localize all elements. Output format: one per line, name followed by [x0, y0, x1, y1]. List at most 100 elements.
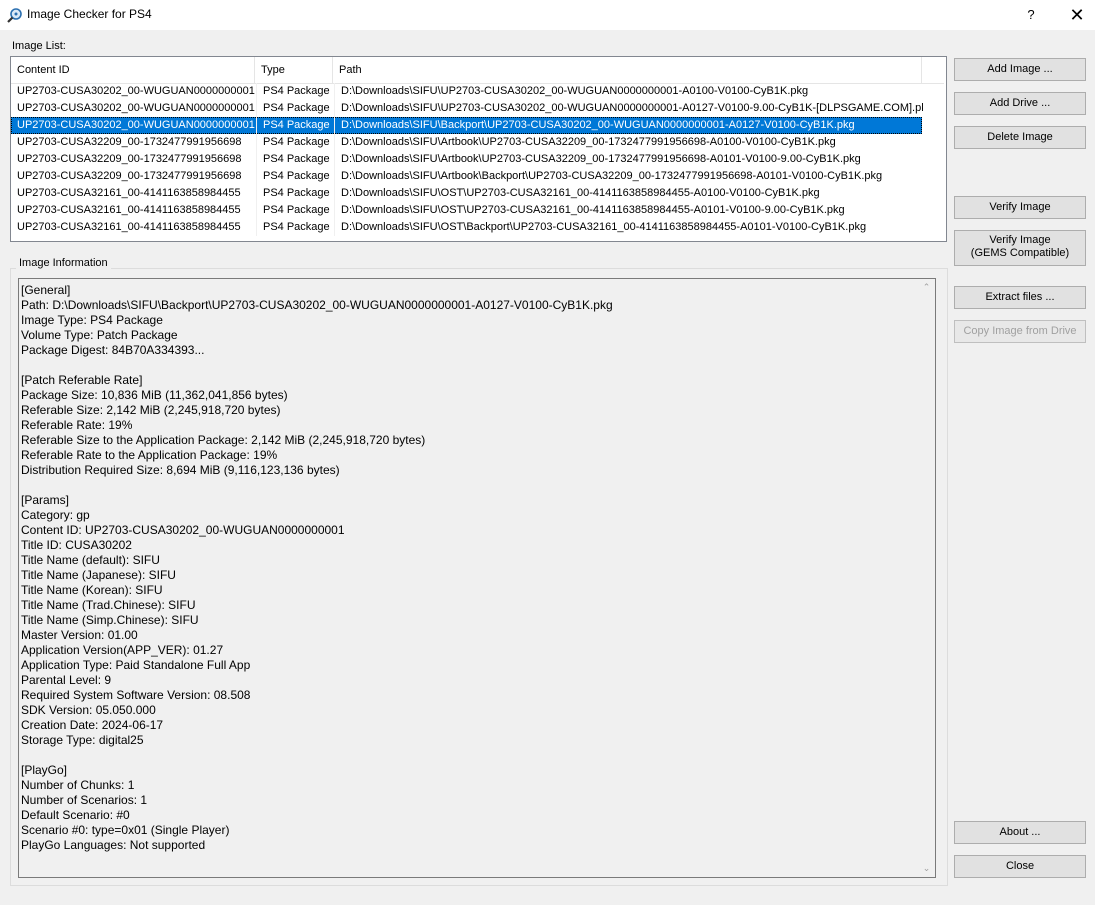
- info-line: Title Name (Simp.Chinese): SIFU: [21, 613, 199, 627]
- image-information-text[interactable]: [General] Path: D:\Downloads\SIFU\Backpor…: [18, 278, 936, 878]
- about-button[interactable]: About ...: [954, 821, 1086, 844]
- cell-type: PS4 Package: [257, 100, 335, 117]
- cell-path: D:\Downloads\SIFU\Artbook\UP2703-CUSA322…: [341, 153, 861, 165]
- cell-type: PS4 Package: [257, 219, 335, 236]
- cell-path: D:\Downloads\SIFU\UP2703-CUSA30202_00-WU…: [341, 85, 809, 97]
- info-line: Storage Type: digital25: [21, 733, 144, 747]
- info-line: Number of Scenarios: 1: [21, 793, 148, 807]
- cell-type: PS4 Package: [257, 134, 335, 151]
- info-line: [21, 358, 916, 373]
- window-title: Image Checker for PS4: [27, 7, 152, 21]
- info-line: Volume Type: Patch Package: [21, 328, 178, 342]
- verify-image-gems-button[interactable]: Verify Image (GEMS Compatible): [954, 230, 1086, 266]
- column-header-type[interactable]: Type: [255, 57, 333, 83]
- list-item-selected[interactable]: UP2703-CUSA30202_00-WUGUAN0000000001 PS4…: [11, 117, 922, 134]
- close-button[interactable]: Close: [954, 855, 1086, 878]
- list-item[interactable]: UP2703-CUSA32161_00-4141163858984455 PS4…: [11, 185, 922, 202]
- cell-type: PS4 Package: [257, 168, 335, 185]
- add-image-button[interactable]: Add Image ...: [954, 58, 1086, 81]
- info-line: Scenario #0: type=0x01 (Single Player): [21, 823, 230, 837]
- info-line: Referable Size to the Application Packag…: [21, 433, 426, 447]
- cell-type: PS4 Package: [257, 151, 335, 168]
- info-line: Referable Rate: 19%: [21, 418, 133, 432]
- list-item[interactable]: UP2703-CUSA32209_00-1732477991956698 PS4…: [11, 151, 922, 168]
- cell-content-id: UP2703-CUSA32161_00-4141163858984455: [11, 202, 257, 219]
- info-line: Required System Software Version: 08.508: [21, 688, 251, 702]
- cell-content-id: UP2703-CUSA32209_00-1732477991956698: [11, 168, 257, 185]
- cell-type: PS4 Package: [257, 83, 335, 100]
- info-lines: [General] Path: D:\Downloads\SIFU\Backpor…: [21, 283, 916, 853]
- cell-path: D:\Downloads\SIFU\OST\Backport\UP2703-CU…: [341, 221, 867, 233]
- column-header-path[interactable]: Path: [333, 57, 922, 83]
- info-line: [21, 478, 916, 493]
- cell-path: D:\Downloads\SIFU\Artbook\Backport\UP270…: [341, 170, 883, 182]
- info-line: Title ID: CUSA30202: [21, 538, 132, 552]
- info-line: [Patch Referable Rate]: [21, 373, 143, 387]
- info-line: Default Scenario: #0: [21, 808, 130, 822]
- image-information-label: Image Information: [16, 257, 111, 269]
- window-close-button[interactable]: ✕: [1059, 0, 1095, 30]
- chevron-up-icon[interactable]: ⌃: [918, 279, 935, 296]
- list-header: Content ID Type Path: [11, 57, 944, 84]
- info-line: Application Type: Paid Standalone Full A…: [21, 658, 251, 672]
- info-line: Distribution Required Size: 8,694 MiB (9…: [21, 463, 340, 477]
- vertical-scrollbar[interactable]: ⌃ ⌄: [918, 279, 935, 877]
- verify-image-button[interactable]: Verify Image: [954, 196, 1086, 219]
- info-line: Title Name (default): SIFU: [21, 553, 160, 567]
- title-bar: Image Checker for PS4 ? ✕: [0, 0, 1095, 30]
- cell-content-id: UP2703-CUSA30202_00-WUGUAN0000000001: [11, 100, 257, 117]
- info-line: Referable Rate to the Application Packag…: [21, 448, 278, 462]
- info-line: Referable Size: 2,142 MiB (2,245,918,720…: [21, 403, 281, 417]
- cell-path: D:\Downloads\SIFU\UP2703-CUSA30202_00-WU…: [341, 102, 923, 114]
- info-line: Title Name (Trad.Chinese): SIFU: [21, 598, 196, 612]
- info-line: [Params]: [21, 493, 70, 507]
- cell-content-id: UP2703-CUSA30202_00-WUGUAN0000000001: [11, 83, 257, 100]
- image-list[interactable]: Content ID Type Path UP2703-CUSA30202_00…: [10, 56, 947, 242]
- cell-content-id: UP2703-CUSA32161_00-4141163858984455: [11, 185, 257, 202]
- cell-type: PS4 Package: [257, 202, 335, 219]
- list-item[interactable]: UP2703-CUSA30202_00-WUGUAN0000000001 PS4…: [11, 83, 922, 100]
- info-line: Package Digest: 84B70A334393...: [21, 343, 205, 357]
- info-line: PlayGo Languages: Not supported: [21, 838, 206, 852]
- cell-path: D:\Downloads\SIFU\Backport\UP2703-CUSA30…: [341, 119, 855, 131]
- help-button[interactable]: ?: [1016, 0, 1046, 30]
- list-item[interactable]: UP2703-CUSA32209_00-1732477991956698 PS4…: [11, 168, 922, 185]
- cell-content-id: UP2703-CUSA32209_00-1732477991956698: [11, 134, 257, 151]
- info-line: Path: D:\Downloads\SIFU\Backport\UP2703-…: [21, 298, 613, 312]
- info-line: Title Name (Japanese): SIFU: [21, 568, 176, 582]
- verify-gems-line2: (GEMS Compatible): [970, 247, 1070, 259]
- verify-gems-line1: Verify Image: [989, 234, 1051, 246]
- info-line: Number of Chunks: 1: [21, 778, 135, 792]
- cell-content-id: UP2703-CUSA32161_00-4141163858984455: [11, 219, 257, 236]
- info-line: SDK Version: 05.050.000: [21, 703, 156, 717]
- cell-type: PS4 Package: [257, 117, 335, 134]
- info-line: Title Name (Korean): SIFU: [21, 583, 163, 597]
- cell-path: D:\Downloads\SIFU\OST\UP2703-CUSA32161_0…: [341, 187, 820, 199]
- copy-image-from-drive-button[interactable]: Copy Image from Drive: [954, 320, 1086, 343]
- info-line: Content ID: UP2703-CUSA30202_00-WUGUAN00…: [21, 523, 345, 537]
- image-list-label: Image List:: [12, 40, 66, 52]
- column-header-content-id[interactable]: Content ID: [11, 57, 255, 83]
- info-line: Master Version: 01.00: [21, 628, 138, 642]
- chevron-down-icon[interactable]: ⌄: [918, 860, 935, 877]
- extract-files-button[interactable]: Extract files ...: [954, 286, 1086, 309]
- info-line: Image Type: PS4 Package: [21, 313, 163, 327]
- list-item[interactable]: UP2703-CUSA32161_00-4141163858984455 PS4…: [11, 219, 922, 236]
- info-line: [General]: [21, 283, 71, 297]
- info-line: [PlayGo]: [21, 763, 68, 777]
- delete-image-button[interactable]: Delete Image: [954, 126, 1086, 149]
- cell-path: D:\Downloads\SIFU\Artbook\UP2703-CUSA322…: [341, 136, 836, 148]
- info-line: Package Size: 10,836 MiB (11,362,041,856…: [21, 388, 288, 402]
- cell-type: PS4 Package: [257, 185, 335, 202]
- cell-content-id: UP2703-CUSA32209_00-1732477991956698: [11, 151, 257, 168]
- magnifier-disc-icon: [7, 8, 22, 23]
- list-item[interactable]: UP2703-CUSA30202_00-WUGUAN0000000001 PS4…: [11, 100, 923, 117]
- info-line: Creation Date: 2024-06-17: [21, 718, 164, 732]
- list-item[interactable]: UP2703-CUSA32209_00-1732477991956698 PS4…: [11, 134, 922, 151]
- list-item[interactable]: UP2703-CUSA32161_00-4141163858984455 PS4…: [11, 202, 922, 219]
- add-drive-button[interactable]: Add Drive ...: [954, 92, 1086, 115]
- info-line: Application Version(APP_VER): 01.27: [21, 643, 224, 657]
- cell-path: D:\Downloads\SIFU\OST\UP2703-CUSA32161_0…: [341, 204, 845, 216]
- info-line: Parental Level: 9: [21, 673, 112, 687]
- info-line: [21, 748, 916, 763]
